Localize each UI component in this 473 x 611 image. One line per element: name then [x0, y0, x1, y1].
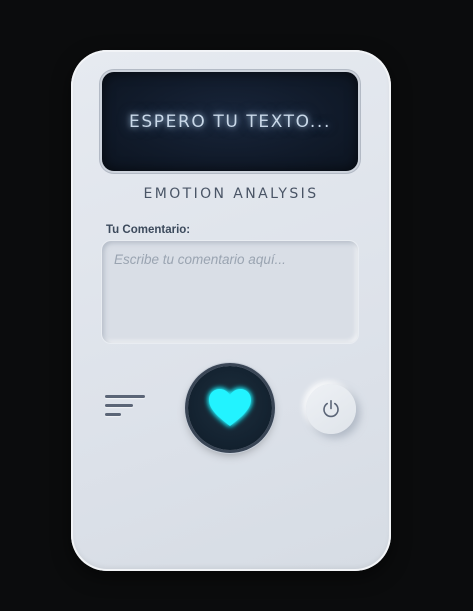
display-screen: ESPERO TU TEXTO... — [102, 72, 358, 171]
comment-label: Tu Comentario: — [106, 224, 191, 236]
display-text: ESPERO TU TEXTO... — [129, 111, 331, 132]
comment-box — [101, 240, 359, 344]
power-button[interactable] — [306, 384, 356, 434]
brand-title: EMOTION ANALYSIS — [143, 186, 319, 202]
menu-lines-icon — [105, 395, 145, 398]
comment-input[interactable] — [102, 241, 358, 343]
menu-button[interactable] — [105, 395, 147, 421]
device-panel: ESPERO TU TEXTO... EMOTION ANALYSIS Tu C… — [71, 50, 391, 571]
analyze-button[interactable] — [188, 366, 272, 450]
power-icon — [323, 399, 339, 418]
menu-line-icon — [105, 413, 121, 416]
menu-line-icon — [105, 404, 133, 407]
heart-icon — [209, 389, 251, 426]
